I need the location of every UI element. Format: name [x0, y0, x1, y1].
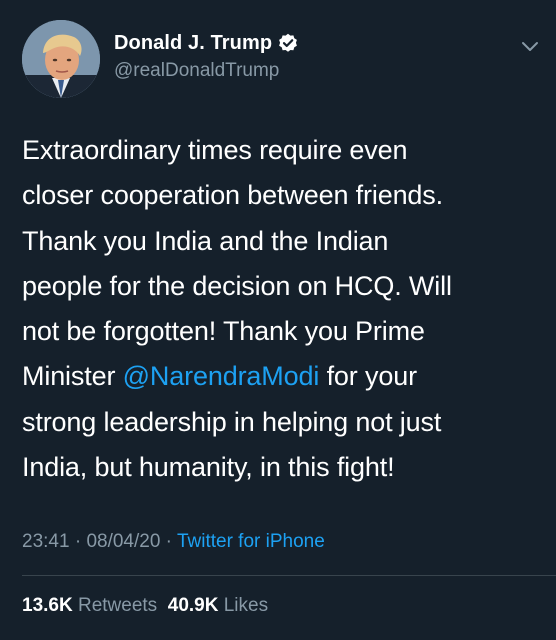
tweet-line: people for the decision on HCQ. Will	[22, 270, 452, 301]
tweet-line: closer cooperation between friends.	[22, 180, 444, 211]
likes-stat[interactable]: 40.9K Likes	[168, 595, 268, 616]
tweet-date[interactable]: 08/04/20	[86, 531, 160, 552]
tweet-text: Extraordinary times require even closer …	[22, 128, 537, 490]
tweet-line: India, but humanity, in this fight!	[22, 452, 395, 483]
tweet-line-segment: Minister	[22, 361, 123, 392]
author-names: Donald J. Trump @realDonaldTrump	[114, 30, 298, 82]
handle[interactable]: @realDonaldTrump	[114, 60, 298, 82]
tweet-line-segment: for your	[319, 361, 417, 392]
tweet-line: strong leadership in helping not just	[22, 406, 442, 437]
chevron-down-icon[interactable]	[518, 34, 542, 58]
meta-separator: ·	[160, 531, 177, 552]
retweets-label: Retweets	[77, 595, 158, 616]
retweets-stat[interactable]: 13.6K Retweets	[22, 595, 157, 616]
tweet-line: Extraordinary times require even	[22, 135, 408, 165]
display-name-row: Donald J. Trump	[114, 30, 298, 56]
tweet-line: Thank you India and the Indian	[22, 225, 389, 256]
mention-link[interactable]: @NarendraModi	[123, 361, 320, 391]
tweet-header: Donald J. Trump @realDonaldTrump	[22, 20, 542, 100]
tweet-line: not be forgotten! Thank you Prime	[22, 316, 425, 347]
divider	[22, 575, 556, 576]
tweet-line: Minister @NarendraModi for your	[22, 354, 537, 399]
tweet-source-link[interactable]: Twitter for iPhone	[177, 531, 325, 552]
display-name[interactable]: Donald J. Trump	[114, 32, 272, 55]
tweet-meta: 23:41 · 08/04/20 · Twitter for iPhone	[22, 531, 325, 553]
tweet-stats: 13.6K Retweets 40.9K Likes	[22, 595, 268, 617]
retweets-count: 13.6K	[22, 595, 73, 616]
likes-label: Likes	[223, 595, 269, 616]
tweet-card: Donald J. Trump @realDonaldTrump Extraor…	[0, 0, 556, 640]
tweet-time[interactable]: 23:41	[22, 531, 70, 552]
meta-separator: ·	[69, 531, 87, 552]
avatar[interactable]	[22, 20, 100, 98]
likes-count: 40.9K	[167, 595, 219, 616]
verified-badge-icon	[278, 33, 298, 53]
